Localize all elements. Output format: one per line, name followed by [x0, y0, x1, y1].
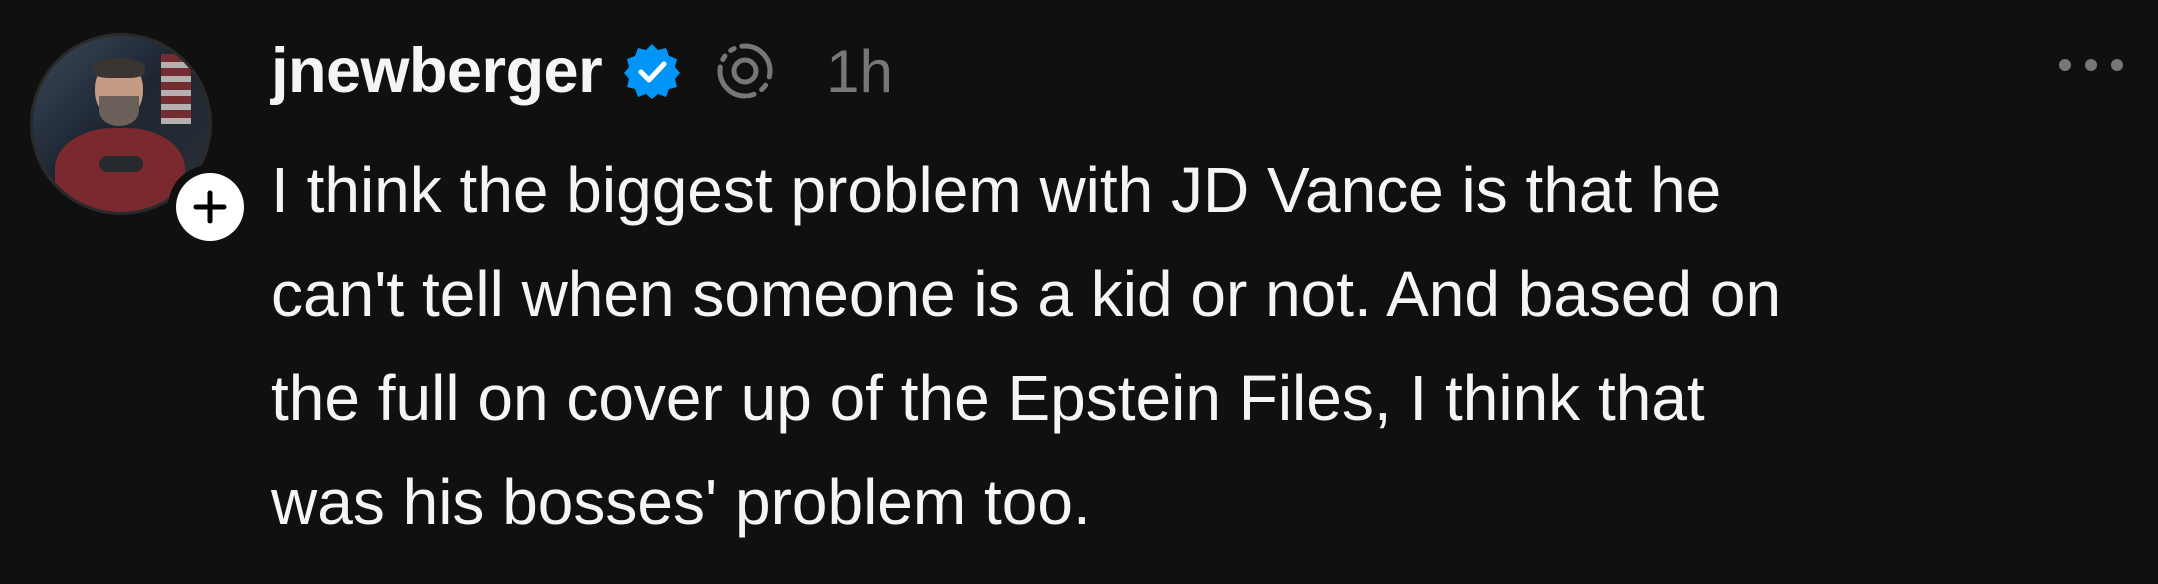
- follow-button[interactable]: [168, 165, 252, 249]
- more-horizontal-icon[interactable]: [2054, 48, 2128, 82]
- post-body: I think the biggest problem with JD Vanc…: [271, 138, 2131, 554]
- post-header: jnewberger 1h: [271, 26, 893, 116]
- follow-button-inner[interactable]: [176, 173, 244, 241]
- post-text-line: the full on cover up of the Epstein File…: [271, 362, 1705, 434]
- avatar-hair: [93, 58, 145, 78]
- post-timestamp: 1h: [826, 37, 893, 105]
- avatar-beard: [99, 96, 139, 126]
- author-username[interactable]: jnewberger: [271, 35, 603, 107]
- author-avatar-container[interactable]: [30, 33, 252, 249]
- plus-icon: [193, 190, 227, 224]
- avatar-flag-background: [161, 54, 191, 124]
- post-text-line: was his bosses' problem too.: [271, 466, 1091, 538]
- post-text-line: I think the biggest problem with JD Vanc…: [271, 154, 1722, 226]
- activity-ring-icon[interactable]: [714, 40, 776, 102]
- post-text-line: can't tell when someone is a kid or not.…: [271, 258, 1782, 330]
- avatar-controller: [99, 156, 143, 172]
- verified-badge-icon: [624, 44, 681, 99]
- thread-post: jnewberger 1h I think the biggest proble…: [0, 0, 2158, 584]
